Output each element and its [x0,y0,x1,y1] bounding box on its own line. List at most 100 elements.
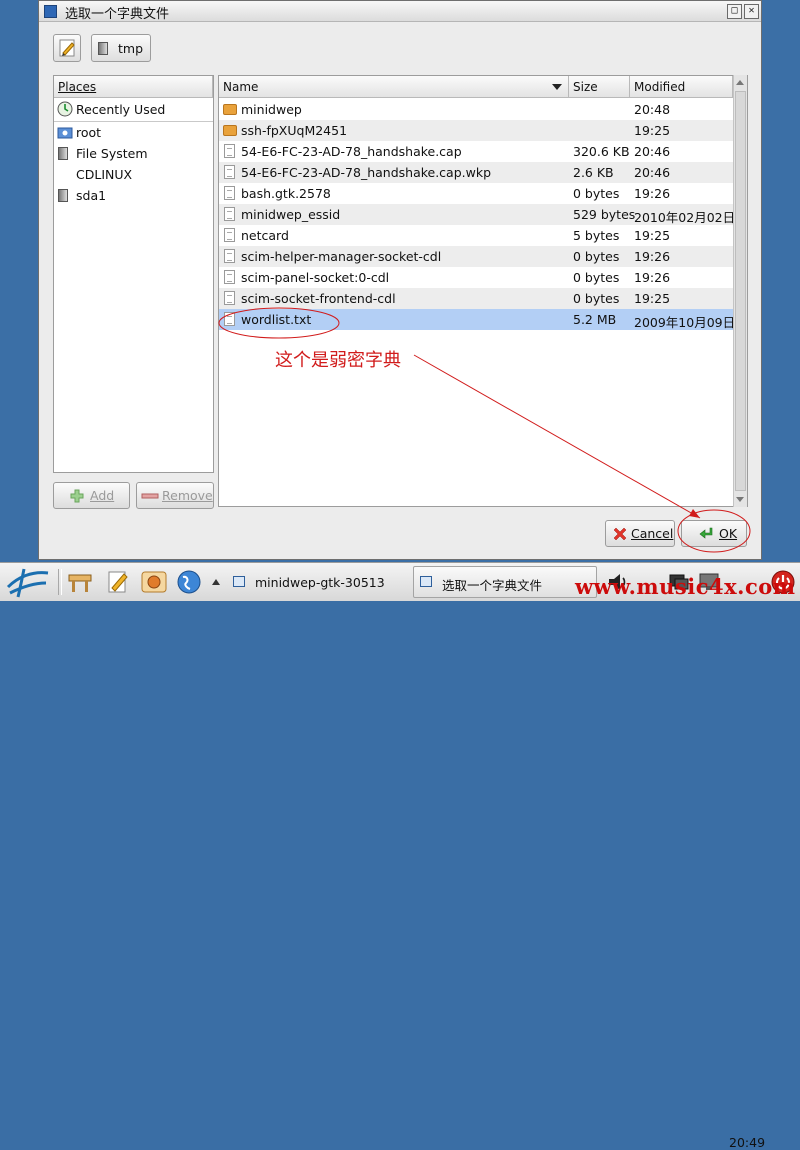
file-name: scim-socket-frontend-cdl [241,291,396,306]
file-row[interactable]: minidwep 20:48 [219,99,733,120]
column-header-size[interactable]: Size [569,76,630,98]
place-recently-used[interactable]: Recently Used [54,99,213,120]
document-icon [224,165,235,179]
file-name: minidwep [241,102,302,117]
maximize-button[interactable]: □ [727,4,742,19]
window-icon [233,576,245,587]
clock: 20:49 [729,1135,766,1150]
column-header-name[interactable]: Name [219,76,569,98]
file-row[interactable]: 54-E6-FC-23-AD-78_handshake.cap.wkp 2.6 … [219,162,733,183]
file-modified: 20:46 [634,144,671,159]
edit-location-button[interactable] [53,34,81,62]
place-cdlinux[interactable]: CDLINUX [54,164,213,185]
plus-icon [70,489,84,503]
path-bar-folder-button[interactable]: tmp [91,34,151,62]
place-label: root [76,125,102,140]
file-name: wordlist.txt [241,312,312,327]
file-row[interactable]: scim-socket-frontend-cdl 0 bytes 19:25 [219,288,733,309]
ok-button[interactable]: OK [681,520,747,547]
document-icon [224,207,235,221]
file-name: scim-panel-socket:0-cdl [241,270,390,285]
file-row[interactable]: netcard 5 bytes 19:25 [219,225,733,246]
file-modified: 19:25 [634,123,671,138]
file-modified: 19:26 [634,186,671,201]
place-label: File System [76,146,148,161]
file-modified: 20:48 [634,102,671,117]
file-size: 0 bytes [573,291,620,306]
annotation-text: 这个是弱密字典 [275,350,401,371]
place-root[interactable]: root [54,122,213,143]
drive-icon [58,147,68,160]
start-menu-icon[interactable] [4,565,52,599]
web-browser-icon[interactable] [175,568,203,596]
add-place-button[interactable]: Add [53,482,130,509]
place-label: CDLINUX [76,167,133,182]
file-row[interactable]: bash.gtk.2578 0 bytes 19:26 [219,183,733,204]
file-size: 529 bytes [573,207,636,222]
ok-label: OK [719,526,738,541]
image-viewer-icon[interactable] [139,568,169,596]
expand-arrow-icon[interactable] [211,577,221,587]
minus-icon [141,493,159,499]
remove-place-button[interactable]: Remove [136,482,214,509]
place-sda1[interactable]: sda1 [54,185,213,206]
document-icon [224,249,235,263]
cancel-button[interactable]: Cancel [605,520,675,547]
column-header-modified[interactable]: Modified [630,76,733,98]
text-editor-icon[interactable] [104,568,132,596]
home-folder-icon [57,127,73,139]
document-icon [224,312,235,326]
watermark-text: www.music4x.com [575,574,796,599]
task-minidwep[interactable]: minidwep-gtk-30513 [226,566,410,598]
scrollbar-thumb[interactable] [735,91,746,491]
desktop-icon[interactable] [66,568,94,596]
path-bar-folder-label: tmp [118,41,144,56]
file-name: minidwep_essid [241,207,341,222]
file-row[interactable]: ssh-fpXUqM2451 19:25 [219,120,733,141]
file-size: 320.6 KB [573,144,630,159]
file-modified: 19:26 [634,249,671,264]
file-chooser-dialog: 选取一个字典文件 □ ✕ tmp Places Recently Used ro… [38,0,762,560]
file-size: 0 bytes [573,186,620,201]
file-size: 0 bytes [573,249,620,264]
file-row[interactable]: minidwep_essid 529 bytes 2010年02月02日 [219,204,735,225]
window-icon [420,576,432,587]
document-icon [224,291,235,305]
recently-used-icon [57,101,73,117]
task-label: minidwep-gtk-30513 [255,575,385,590]
sort-down-icon [552,84,562,90]
file-modified: 2009年10月09日 [634,315,736,330]
scroll-up-icon [736,80,744,85]
taskbar-separator [58,569,62,595]
file-name: 54-E6-FC-23-AD-78_handshake.cap [241,144,462,159]
place-file-system[interactable]: File System [54,143,213,164]
dialog-titlebar[interactable]: 选取一个字典文件 □ ✕ [39,1,761,22]
file-list-scrollbar[interactable] [733,75,747,507]
pencil-icon [59,39,75,57]
task-label: 选取一个字典文件 [442,578,543,593]
file-size: 5 bytes [573,228,620,243]
add-place-label: Add [90,488,115,503]
task-file-chooser[interactable]: 选取一个字典文件 [413,566,597,598]
file-row-selected[interactable]: wordlist.txt 5.2 MB 2009年10月09日 [219,309,736,330]
folder-icon [223,104,237,115]
file-row[interactable]: 54-E6-FC-23-AD-78_handshake.cap 320.6 KB… [219,141,733,162]
file-row[interactable]: scim-panel-socket:0-cdl 0 bytes 19:26 [219,267,733,288]
places-header[interactable]: Places [54,76,213,98]
file-name: scim-helper-manager-socket-cdl [241,249,442,264]
file-size: 2.6 KB [573,165,614,180]
document-icon [224,228,235,242]
document-icon [224,186,235,200]
close-button[interactable]: ✕ [744,4,759,19]
file-name: netcard [241,228,289,243]
drive-icon [58,189,68,202]
dialog-title: 选取一个字典文件 [65,7,170,22]
file-modified: 19:25 [634,228,671,243]
file-row[interactable]: scim-helper-manager-socket-cdl 0 bytes 1… [219,246,733,267]
remove-place-label: Remove [162,488,213,503]
window-icon [44,5,57,18]
places-sidebar: Places Recently Used root File System CD… [53,75,214,473]
document-icon [224,144,235,158]
document-icon [224,270,235,284]
file-modified: 20:46 [634,165,671,180]
